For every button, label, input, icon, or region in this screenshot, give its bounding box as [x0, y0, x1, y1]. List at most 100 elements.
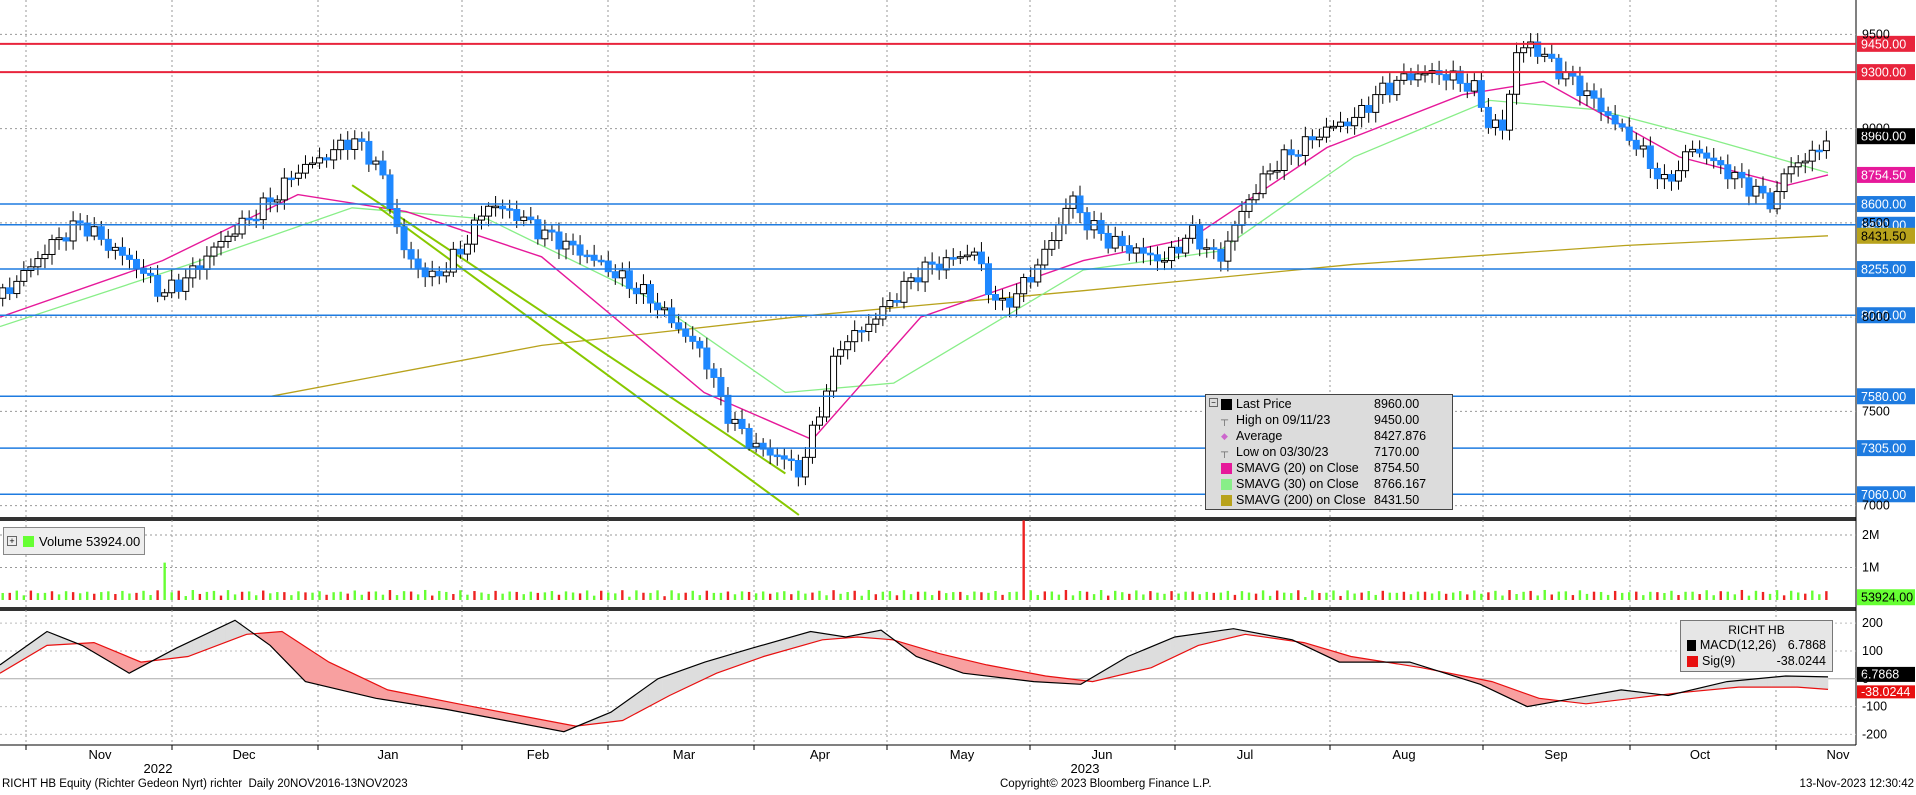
volume-bar [135, 592, 138, 600]
candle [1069, 195, 1077, 209]
candle [1168, 246, 1176, 262]
candle [1196, 224, 1204, 250]
volume-bar [1606, 594, 1610, 600]
macd-fill [981, 663, 988, 677]
candle [48, 239, 56, 255]
x-tick-label: Nov [1826, 747, 1850, 762]
candle [1724, 164, 1732, 180]
macd-fill [361, 677, 367, 697]
candle [928, 261, 936, 265]
candle [168, 279, 176, 294]
volume-bar [226, 590, 230, 600]
volume-bar [1536, 595, 1539, 600]
candles [0, 33, 1830, 487]
candle [1794, 162, 1802, 168]
candle [780, 455, 788, 460]
volume-bar [1529, 590, 1532, 600]
candle [1442, 74, 1450, 81]
macd-fill [1146, 646, 1152, 670]
candle [506, 208, 514, 211]
volume-bar [290, 595, 293, 600]
macd-fill [1766, 677, 1772, 688]
volume-bar [1071, 595, 1075, 600]
macd-fill [723, 654, 729, 672]
legend-row: SMAVG (20) on Close 8754.50 [1206, 460, 1452, 476]
legend-value: 8960.00 [1374, 397, 1420, 411]
volume-bar [1649, 591, 1652, 600]
legend-collapse-icon[interactable]: − [1209, 398, 1218, 407]
volume-bar [1754, 590, 1758, 600]
x-tick-label: Jan [378, 747, 399, 762]
candle [132, 258, 140, 269]
volume-tag-label: 53924.00 [1861, 591, 1913, 605]
volume-bar [691, 590, 694, 600]
macd-fill [427, 697, 433, 708]
volume-bar [1494, 590, 1497, 600]
volume-bar [550, 591, 554, 600]
candle [1470, 80, 1478, 92]
candle [1146, 252, 1154, 256]
volume-bar [1001, 594, 1004, 600]
candle [1548, 53, 1556, 59]
volume-bar [649, 592, 652, 600]
macd-fill [1602, 692, 1608, 703]
volume-bar [283, 592, 286, 600]
macd-fill [963, 658, 969, 675]
macd-fill [1761, 677, 1768, 688]
macd-fill [319, 655, 325, 687]
candle [0, 287, 7, 299]
candle [1597, 97, 1605, 113]
volume-bar [71, 592, 75, 600]
candle [1822, 140, 1830, 152]
candle [830, 355, 838, 392]
volume-bar [670, 590, 673, 600]
candle [1583, 90, 1591, 97]
macd-fill [732, 652, 739, 668]
volume-bar [1106, 595, 1110, 600]
price-legend: − Last Price 8960.00 ┬ High on 09/11/23 9450… [1205, 394, 1453, 510]
macd-fill [314, 652, 320, 686]
candle [1182, 237, 1190, 254]
volume-bar [1184, 591, 1187, 600]
volume-bar [761, 591, 765, 600]
volume-collapse-icon[interactable]: + [7, 536, 17, 546]
volume-bar [1712, 595, 1715, 600]
volume-bar [402, 591, 406, 600]
macd-fill [1005, 668, 1011, 680]
candle [287, 177, 295, 181]
volume-bar [508, 591, 511, 600]
volume-legend: + Volume 53924.00 [3, 527, 145, 555]
volume-bar [621, 590, 624, 600]
macd-fill [1019, 670, 1025, 681]
candle [977, 251, 985, 265]
macd-fill [652, 678, 659, 705]
candle [1372, 94, 1380, 113]
period: Daily 20NOV2016-13NOV2023 [248, 778, 408, 790]
volume-bar [381, 594, 385, 600]
candle [794, 460, 802, 478]
candle [309, 162, 317, 165]
macd-fill [347, 670, 353, 694]
volume-bar [881, 591, 885, 600]
candle [1379, 82, 1387, 96]
macd-fill [1743, 679, 1749, 688]
volume-bar [1029, 590, 1032, 600]
volume-bar [1191, 591, 1194, 600]
volume-bar [57, 594, 61, 600]
candle [1203, 247, 1211, 250]
macd-tick-label: -100 [1862, 700, 1887, 714]
macd-tick-label: -200 [1862, 727, 1887, 741]
candle [1238, 210, 1246, 226]
volume-bar [642, 592, 645, 600]
macd-fill [1179, 635, 1185, 655]
legend-row: ┬ High on 09/11/23 9450.00 [1206, 412, 1452, 428]
volume-bar [100, 592, 103, 600]
volume-bar [1008, 592, 1011, 600]
legend-row: SMAVG (30) on Close 8766.167 [1206, 476, 1452, 492]
volume-bar [339, 591, 342, 600]
candle [1358, 104, 1366, 118]
macd-fill [657, 676, 663, 703]
candle [1780, 173, 1788, 193]
candle [1604, 111, 1612, 116]
candle [1139, 247, 1147, 254]
